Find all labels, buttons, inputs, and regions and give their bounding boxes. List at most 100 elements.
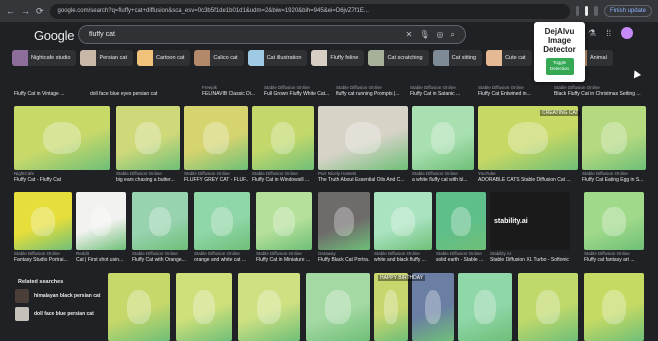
filter-chip[interactable]: Cute cat [486,50,532,66]
search-icon[interactable]: ⌕ [451,30,455,40]
result-source[interactable]: Stable Diffusion Online [436,251,486,256]
result-source[interactable]: YouTube [478,171,578,176]
image-result[interactable] [256,192,312,250]
result-source[interactable]: Stable Diffusion Online [554,85,644,90]
extensions-icon[interactable] [594,6,598,16]
result-source[interactable]: Stable Diffusion Online [264,85,332,90]
result-source[interactable]: Stable Diffusion Online [252,171,314,176]
result-source[interactable]: Stable Diffusion Online [412,171,474,176]
image-result[interactable] [238,273,300,341]
image-result[interactable] [76,192,126,250]
result-title[interactable]: Full Grown Fluffy White Cat... [264,91,332,97]
apps-grid-icon[interactable]: ⁞⁞ [606,28,611,38]
result-source[interactable]: Stable Diffusion Online [116,171,180,176]
search-bar[interactable]: ✕ 🎙 ◎ ⌕ [78,25,466,44]
result-title[interactable]: fluffy cat running Prompts |... [336,91,406,97]
image-result[interactable] [176,273,232,341]
image-result[interactable] [584,192,644,250]
filter-chip[interactable]: Cartoon cat [136,50,191,66]
filter-chip[interactable]: Calico cat [194,50,244,66]
result-source[interactable]: Stable Diffusion Online [478,85,550,90]
clear-icon[interactable]: ✕ [406,30,413,39]
image-result[interactable] [108,273,170,341]
image-result[interactable] [318,192,370,250]
result-title[interactable]: white and black fluffy ... [374,257,432,263]
avatar[interactable] [621,27,634,39]
image-result[interactable] [252,106,314,170]
image-result[interactable] [194,192,250,250]
bookmark-icon[interactable] [575,6,580,16]
microphone-icon[interactable]: 🎙 [419,30,429,39]
result-source[interactable]: NightCafe [14,171,110,176]
search-input[interactable] [89,31,399,38]
result-source[interactable]: Stable Diffusion Online [584,251,644,256]
image-result[interactable] [412,273,454,341]
result-title[interactable]: Fluffy Cat in Satanic ... [410,91,474,97]
image-result[interactable] [584,273,644,341]
image-result[interactable] [436,192,486,250]
related-search-item[interactable]: doll face blue persian cat [15,307,102,321]
result-title[interactable]: doll face blue eyes persian cat [90,91,190,97]
image-result[interactable] [582,106,646,170]
related-search-item[interactable]: himalayan black persian cat [15,289,102,303]
image-result[interactable]: stability.ai [490,192,570,250]
result-title[interactable]: FLUFFY GREY CAT - FLUF... [184,177,248,183]
result-title[interactable]: Fluffy Cat in Windowsill ... [252,177,314,183]
filter-chip[interactable]: Fluffy feline [311,50,365,66]
result-source[interactable]: Stability AI [490,251,570,256]
result-source[interactable]: Stable Diffusion Online [256,251,312,256]
result-source[interactable]: Freepik [202,85,260,90]
result-title[interactable]: Fluffy Cat in Vintage ... [14,91,84,97]
result-source[interactable]: Stable Diffusion Online [336,85,406,90]
result-title[interactable]: FELINAVIB Classic Di... [202,91,260,97]
result-title[interactable]: Fluffy Cat with Orange... [132,257,188,263]
result-title[interactable]: Fluffy Black Cat Portra... [318,257,370,263]
result-source[interactable]: Reddit [76,251,126,256]
image-result[interactable] [306,273,370,341]
finish-update-button[interactable]: Finish update [603,5,652,17]
dejaivu-extension-icon[interactable] [585,6,589,16]
toggle-detection-button[interactable]: Toggle Detection [545,58,574,75]
result-source[interactable]: Stable Diffusion Online [374,251,432,256]
result-title[interactable]: Fluffy cat fantasy art ... [584,257,644,263]
labs-icon[interactable]: ⚗ [588,28,596,39]
result-source[interactable]: Stable Diffusion Online [132,251,188,256]
result-title[interactable]: ADORABLE CATS Stable Diffusion Cat ... [478,177,578,183]
result-title[interactable]: a white fluffy cat with bl... [412,177,474,183]
result-title[interactable]: big ears chasing a butter... [116,177,180,183]
result-title[interactable]: Fluffy Cat Entwined in... [478,91,550,97]
image-result[interactable] [184,106,248,170]
filter-chip[interactable]: Cat sitting [432,50,483,66]
image-result[interactable] [458,273,512,341]
result-title[interactable]: solid earth - Stable ... [436,257,486,263]
filter-chip[interactable]: Cat illustration [247,50,308,66]
result-source[interactable]: Stable Diffusion Online [582,171,646,176]
reload-icon[interactable]: ⟳ [36,5,44,17]
forward-icon[interactable]: → [21,5,30,17]
result-title[interactable]: Fluffy Cat - Fluffy Cat [14,177,110,183]
result-title[interactable]: Fluffy Cat Eating Egg in S... [582,177,646,183]
result-source[interactable]: Purr Nicely Hostels [318,171,408,176]
result-title[interactable]: orange and white cat ... [194,257,250,263]
image-result[interactable] [14,106,110,170]
filter-chip[interactable]: Cat scratching [368,50,429,66]
result-source[interactable]: Getaway [318,251,370,256]
result-title[interactable]: Black Fluffy Cat in Christmas Setting ..… [554,91,644,97]
image-result[interactable] [374,192,432,250]
result-title[interactable]: Fluffy Cat in Miniature ... [256,257,312,263]
image-result[interactable] [518,273,578,341]
result-source[interactable]: Stable Diffusion Online [194,251,250,256]
filter-chip[interactable]: Nightcafe studio [12,50,77,66]
image-result[interactable] [318,106,408,170]
image-result[interactable] [412,106,474,170]
image-result[interactable] [374,273,408,341]
result-title[interactable]: Cat | First shot usin... [76,257,126,263]
result-title[interactable]: Fantasy Studio Portrai... [14,257,72,263]
image-result[interactable] [132,192,188,250]
image-result[interactable] [14,192,72,250]
lens-icon[interactable]: ◎ [437,30,444,39]
result-title[interactable]: The Truth About Essential Oils And C... [318,177,408,183]
filter-chip[interactable]: Persian cat [80,50,133,66]
google-logo[interactable]: Google [34,28,74,43]
result-source[interactable]: Stable Diffusion Online [410,85,474,90]
